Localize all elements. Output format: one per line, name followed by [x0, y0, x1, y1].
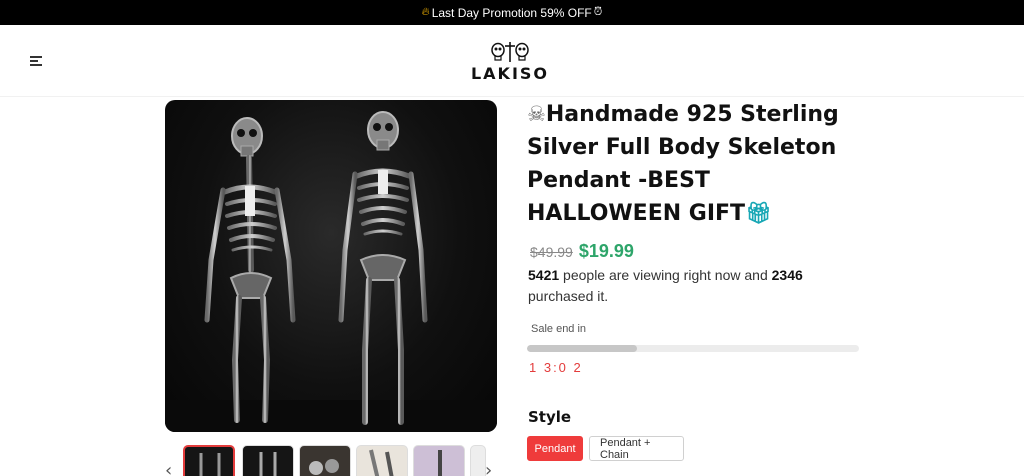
old-price: $49.99 [530, 244, 573, 260]
purchased-count: 2346 [771, 267, 803, 283]
gift-emoji: 🎁︎ [745, 201, 772, 225]
skull-emoji: ☠︎ [527, 102, 546, 126]
thumbnail-6[interactable] [470, 445, 486, 476]
chevron-left-icon[interactable]: ‹ [165, 460, 172, 476]
price-row: $49.99 $19.99 [530, 241, 634, 261]
countdown-timer: 1 3:0 2 [529, 360, 583, 375]
product-title-text: Handmade 925 Sterling Silver Full Body S… [527, 102, 839, 226]
viewing-count: 5421 [528, 267, 560, 283]
skull-logo-icon [491, 42, 529, 62]
thumbnail-5[interactable] [413, 445, 465, 476]
thumbnail-carousel: ‹ › [165, 444, 497, 476]
purchased-text: purchased it. [528, 288, 609, 304]
promo-text: Last Day Promotion 59% OFF [431, 5, 592, 20]
site-header: LAKISO [0, 25, 1024, 97]
thumbnail-4[interactable] [356, 445, 408, 476]
flame-icon: 🔥︎ [421, 6, 430, 18]
thumbnail-2[interactable] [242, 445, 294, 476]
sale-progress-bar [527, 345, 859, 352]
social-proof-text: 5421 people are viewing right now and 23… [528, 265, 848, 307]
hamburger-menu-icon[interactable] [30, 56, 42, 66]
brand-logo[interactable]: LAKISO [468, 41, 552, 83]
new-price: $19.99 [578, 241, 634, 261]
viewing-text: people are viewing right now and [559, 267, 772, 283]
style-label: Style [528, 408, 572, 426]
chevron-right-icon[interactable]: › [485, 460, 492, 476]
sale-end-label: Sale end in [531, 323, 587, 335]
brand-name: LAKISO [470, 64, 550, 83]
alarm-clock-icon: ⏰︎ [593, 6, 603, 18]
style-option-pendant-chain[interactable]: Pendant + Chain [589, 436, 684, 461]
thumbnail-3[interactable] [299, 445, 351, 476]
style-options: Pendant Pendant + Chain [527, 436, 690, 461]
product-title: ☠︎Handmade 925 Sterling Silver Full Body… [527, 98, 857, 230]
sale-progress-fill [527, 345, 637, 352]
thumbnail-1[interactable] [183, 445, 235, 476]
promo-bar: 🔥︎ Last Day Promotion 59% OFF ⏰︎ [0, 0, 1024, 25]
skeleton-pendant-image [165, 111, 497, 432]
style-option-pendant[interactable]: Pendant [527, 436, 583, 461]
product-main-image[interactable] [165, 100, 497, 432]
